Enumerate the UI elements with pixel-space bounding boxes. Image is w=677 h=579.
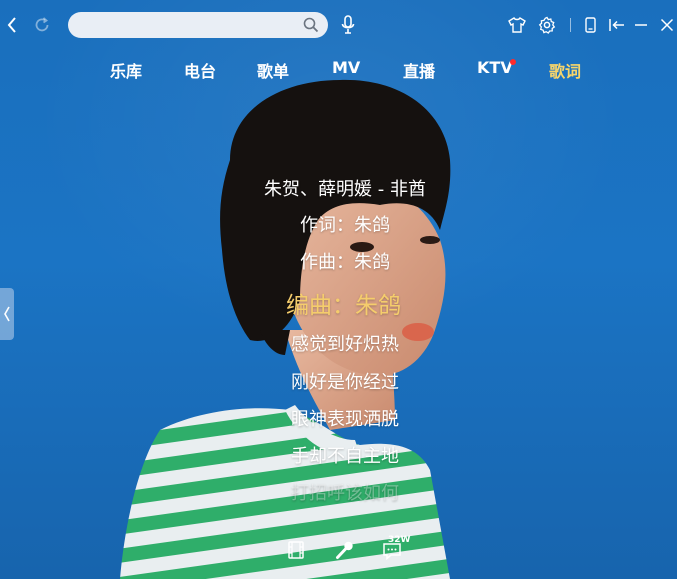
refresh-icon[interactable]: [32, 15, 52, 35]
minimize-icon[interactable]: [632, 16, 650, 34]
skin-icon[interactable]: [507, 15, 527, 35]
settings-icon[interactable]: [537, 15, 557, 35]
mini-mode-icon[interactable]: [608, 16, 626, 34]
toolbar-divider: [570, 18, 571, 32]
side-collapse-handle[interactable]: [0, 288, 14, 340]
mv-film-icon[interactable]: [286, 540, 306, 560]
lyric-line[interactable]: 作曲：朱鸽: [300, 248, 390, 274]
ktv-notification-dot: [510, 59, 516, 65]
search-icon[interactable]: [302, 16, 320, 34]
lyric-line[interactable]: 感觉到好炽热: [291, 330, 399, 356]
mobile-icon[interactable]: [582, 16, 598, 34]
karaoke-mic-icon[interactable]: [334, 540, 356, 560]
main-nav: 乐库 电台 歌单 MV 直播 KTV 歌词: [0, 58, 677, 82]
lyric-line[interactable]: 眼神表现洒脱: [291, 405, 399, 431]
comment-count-badge: 32W: [388, 535, 411, 545]
lyric-line-upcoming[interactable]: 打招呼该如何: [291, 479, 399, 505]
lyric-line[interactable]: 作词：朱鸽: [300, 211, 390, 237]
back-icon[interactable]: [4, 14, 20, 36]
tab-lyrics[interactable]: 歌词: [549, 58, 581, 82]
lyric-line[interactable]: 手却不自主地: [291, 442, 399, 468]
tab-library[interactable]: 乐库: [110, 58, 142, 82]
close-icon[interactable]: [658, 16, 676, 34]
top-bar: [0, 0, 677, 48]
tab-radio[interactable]: 电台: [184, 58, 216, 82]
chevron-left-icon: [4, 306, 10, 322]
tab-ktv[interactable]: KTV: [477, 58, 513, 77]
search-input[interactable]: [80, 16, 304, 36]
lyric-line[interactable]: 朱贺、薛明媛 - 非酋: [264, 175, 426, 201]
microphone-icon[interactable]: [338, 14, 358, 36]
tab-mv[interactable]: MV: [332, 58, 360, 77]
lyric-line-current[interactable]: 编曲：朱鸽: [286, 286, 401, 320]
search-box[interactable]: [68, 12, 328, 38]
lyric-line[interactable]: 刚好是你经过: [291, 368, 399, 394]
tab-live[interactable]: 直播: [403, 58, 435, 82]
tab-playlists[interactable]: 歌单: [257, 58, 289, 82]
